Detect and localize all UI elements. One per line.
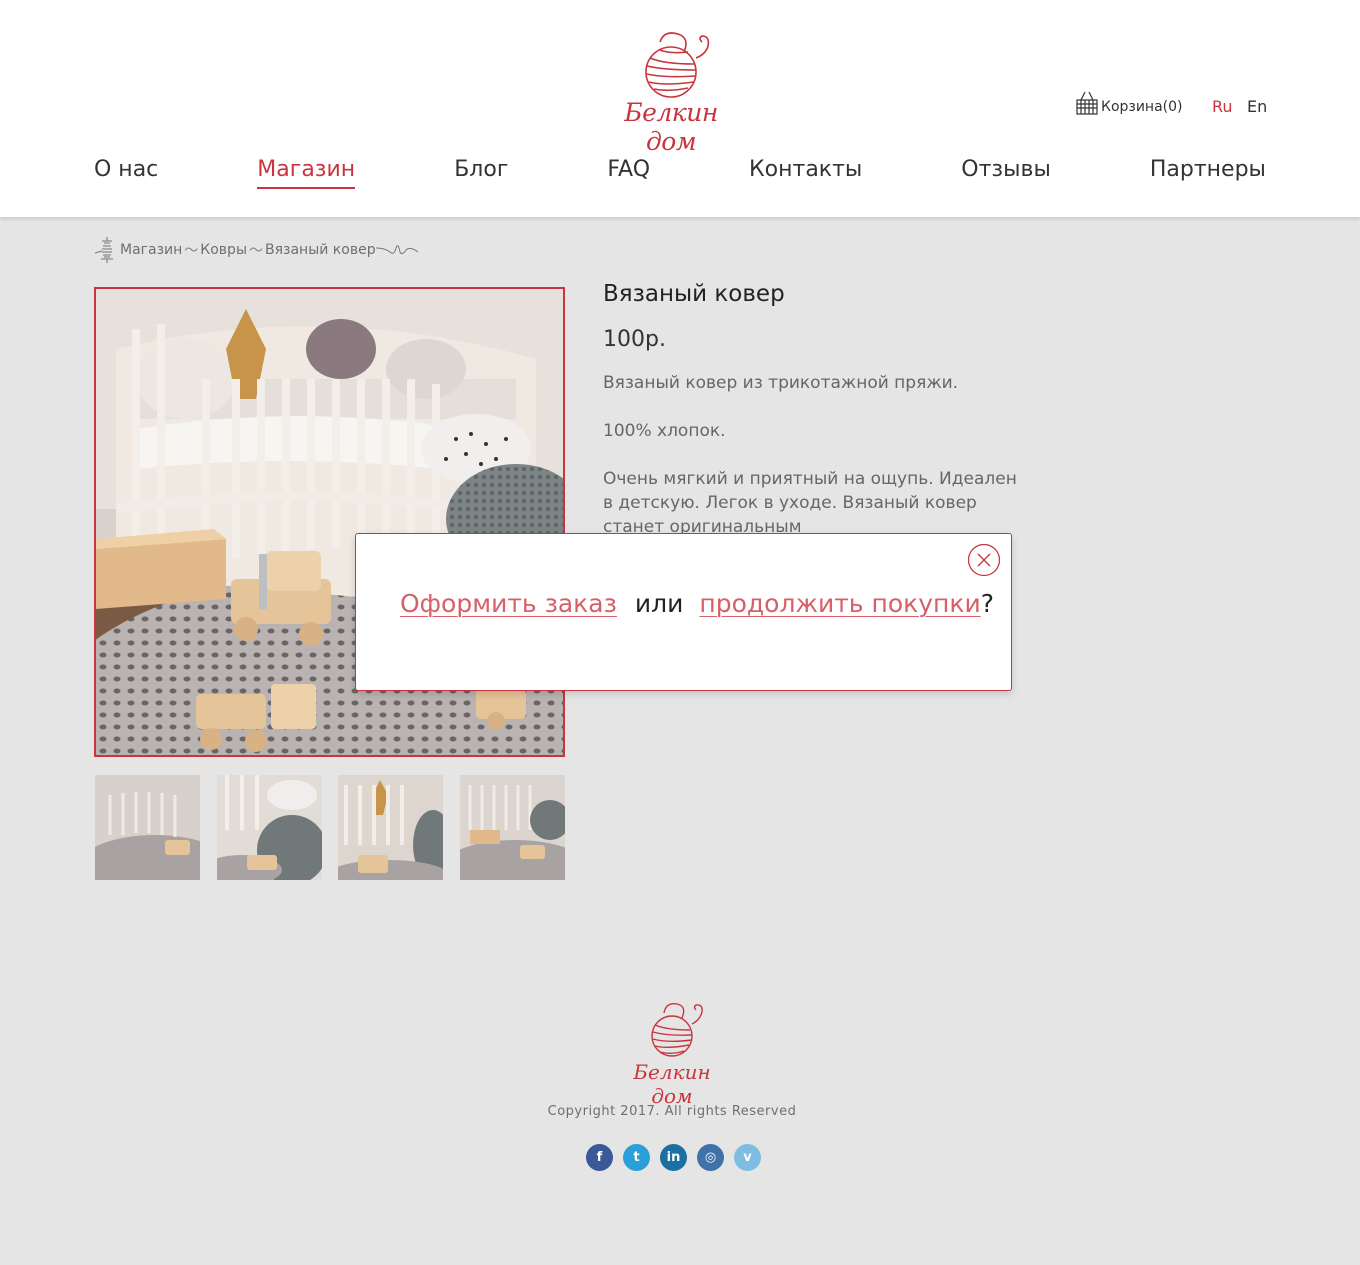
breadcrumb: Магазин ～ Ковры ～ Вязаный ковер <box>94 236 418 264</box>
description-paragraph: Вязаный ковер из трикотажной пряжи. <box>603 373 959 393</box>
question-mark: ? <box>980 589 994 618</box>
thumbnail-image <box>338 775 444 880</box>
nav-item-blog[interactable]: Блог <box>454 155 508 189</box>
breadcrumb-item-current: Вязаный ковер <box>265 242 376 258</box>
checkout-link[interactable]: Оформить заказ <box>400 589 617 618</box>
thumbnail-4[interactable] <box>459 775 565 880</box>
nav-item-faq[interactable]: FAQ <box>607 155 650 189</box>
logo[interactable]: Белкин дом <box>598 24 744 156</box>
breadcrumb-item-shop[interactable]: Магазин <box>120 242 182 258</box>
instagram-icon[interactable]: ◎ <box>697 1144 724 1171</box>
description-paragraph: 100% хлопок. <box>603 421 726 441</box>
breadcrumb-separator: ～ <box>249 243 263 259</box>
product-thumbnails <box>95 775 565 880</box>
twitter-icon[interactable]: t <box>623 1144 650 1171</box>
thumbnail-image <box>216 775 322 880</box>
dialog-message: Оформить заказ или продолжить покупки? <box>400 589 994 618</box>
add-to-cart-dialog: Оформить заказ или продолжить покупки? <box>355 533 1012 691</box>
nav-item-partners[interactable]: Партнеры <box>1150 155 1266 189</box>
nav-item-reviews[interactable]: Отзывы <box>961 155 1051 189</box>
nav-item-shop[interactable]: Магазин <box>257 155 356 189</box>
product-description: Вязаный ковер из трикотажной пряжи. 100%… <box>603 371 1023 536</box>
main-nav: О нас Магазин Блог FAQ Контакты Отзывы П… <box>94 155 1266 189</box>
continue-shopping-link[interactable]: продолжить покупки <box>699 589 980 618</box>
description-paragraph: Очень мягкий и приятный на ощупь. Идеале… <box>603 469 1017 536</box>
cart-label: Корзина(0) <box>1101 99 1183 115</box>
footer-logo[interactable]: Белкин дом <box>612 1000 732 1108</box>
thumbnail-image <box>95 775 200 880</box>
or-text: или <box>634 589 684 618</box>
breadcrumb-item-rugs[interactable]: Ковры <box>200 242 247 258</box>
social-links: f t in ◎ v <box>586 1144 761 1171</box>
vimeo-icon[interactable]: v <box>734 1144 761 1171</box>
thumbnail-2[interactable] <box>216 775 322 880</box>
copyright-text: Copyright 2017. All rights Reserved <box>547 1104 797 1119</box>
cart-button[interactable]: Корзина(0) <box>1076 90 1183 116</box>
close-icon <box>967 543 1001 577</box>
breadcrumb-separator: ～ <box>184 243 199 259</box>
thumbnail-1[interactable] <box>95 775 200 880</box>
thread-squiggle-icon <box>375 245 418 255</box>
facebook-icon[interactable]: f <box>586 1144 613 1171</box>
basket-icon <box>1076 92 1098 115</box>
product-price: 100р. <box>603 327 666 352</box>
spindle-icon <box>94 237 113 263</box>
footer-brand-text: Белкин дом <box>633 1060 711 1108</box>
logo-brand-text: Белкин дом <box>624 98 718 156</box>
close-button[interactable] <box>967 543 1001 577</box>
nav-item-contacts[interactable]: Контакты <box>749 155 862 189</box>
linkedin-icon[interactable]: in <box>660 1144 687 1171</box>
lang-ru-link[interactable]: Ru <box>1212 97 1233 116</box>
site-header: Белкин дом Корзина(0) Ru En О нас Магази… <box>0 0 1360 217</box>
thumbnail-3[interactable] <box>338 775 444 880</box>
thumbnail-image <box>459 775 565 880</box>
nav-item-about[interactable]: О нас <box>94 155 158 189</box>
product-title: Вязаный ковер <box>603 281 785 307</box>
yarn-ball-logo-icon <box>645 32 710 98</box>
lang-en-link[interactable]: En <box>1247 97 1267 116</box>
yarn-ball-logo-icon <box>651 1003 703 1057</box>
